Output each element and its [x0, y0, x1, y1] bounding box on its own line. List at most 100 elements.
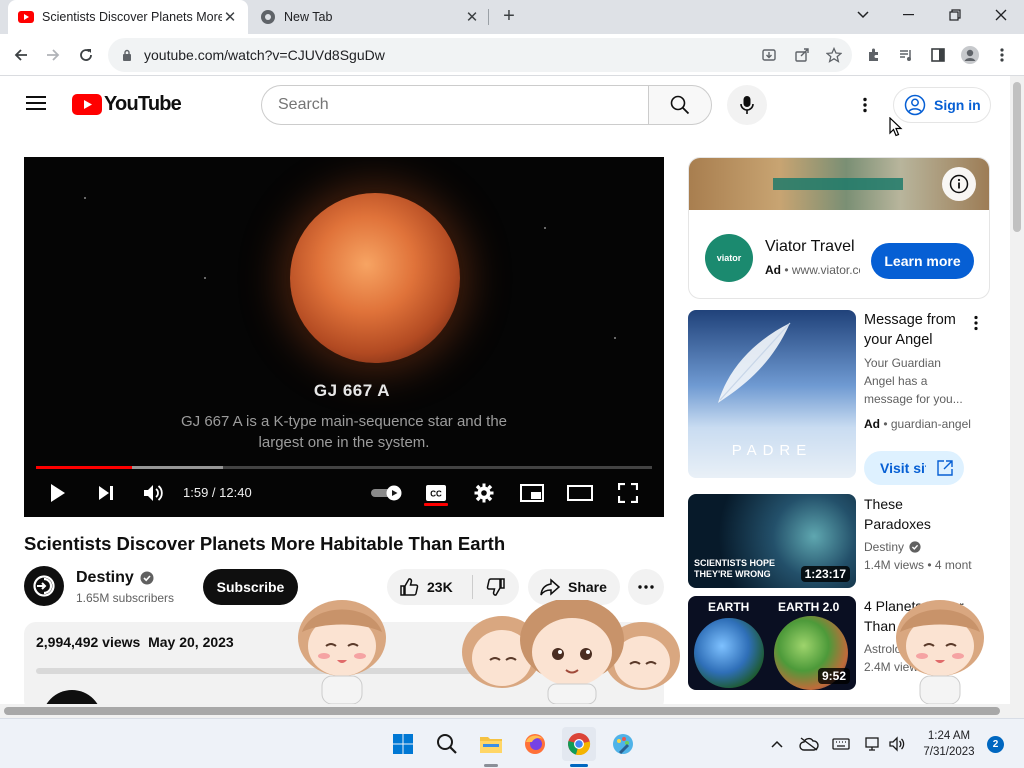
start-button[interactable]	[386, 727, 420, 761]
system-clock[interactable]: 1:24 AM 7/31/2023	[912, 728, 986, 760]
gear-icon	[474, 483, 494, 503]
notification-badge[interactable]: 2	[987, 736, 1004, 753]
search-button[interactable]	[648, 85, 712, 125]
subscribe-button[interactable]: Subscribe	[203, 569, 298, 605]
firefox-icon	[525, 734, 545, 754]
install-icon[interactable]	[756, 42, 782, 68]
extensions-icon[interactable]	[861, 42, 887, 68]
ad-domain: www.viator.com	[791, 263, 860, 277]
tab-search-icon[interactable]	[840, 0, 886, 30]
dislike-button[interactable]	[473, 577, 519, 597]
folder-icon	[480, 737, 502, 753]
ad-domain: guardian-angel	[890, 417, 971, 431]
chrome-button[interactable]	[562, 727, 596, 761]
account-icon	[904, 94, 926, 116]
visit-site-button[interactable]: Visit site	[864, 451, 964, 485]
next-button[interactable]	[90, 479, 122, 507]
ad-info-icon[interactable]	[942, 167, 976, 201]
recommendation-meta: 1.4M views • 4 months ago	[864, 558, 972, 572]
miniplayer-button[interactable]	[516, 479, 548, 507]
keyboard-icon[interactable]	[830, 733, 852, 755]
scrollbar-thumb[interactable]	[1013, 82, 1021, 232]
mute-button[interactable]	[137, 479, 169, 507]
recommendation-thumbnail[interactable]: PADRE	[688, 310, 856, 478]
vertical-scrollbar[interactable]	[1010, 76, 1024, 718]
onedrive-icon[interactable]	[798, 733, 820, 755]
channel-logo-icon	[33, 575, 55, 597]
lock-icon[interactable]	[122, 49, 132, 61]
video-overlay-subtitle: GJ 667 A is a K-type main-sequence star …	[180, 413, 508, 451]
theater-mode-button[interactable]	[564, 479, 596, 507]
recommendation-thumbnail[interactable]: SCIENTISTS HOPE THEY'RE WRONG 1:23:17	[688, 494, 856, 588]
channel-avatar[interactable]	[24, 566, 64, 606]
horizontal-scrollbar[interactable]	[0, 704, 1010, 718]
chrome-icon	[568, 733, 591, 756]
taskbar-search-button[interactable]	[430, 727, 464, 761]
svg-text:CC: CC	[430, 490, 442, 499]
video-player[interactable]: GJ 667 A GJ 667 A is a K-type main-seque…	[24, 157, 664, 517]
video-duration: 9:52	[817, 668, 850, 684]
recommendation-item[interactable]: SCIENTISTS HOPE THEY'RE WRONG 1:23:17 Th…	[688, 494, 990, 588]
recommendation-thumbnail[interactable]: EARTH EARTH 2.0 9:52	[688, 596, 856, 690]
tab-new-tab[interactable]: New Tab ✕	[252, 0, 488, 34]
close-tab-icon[interactable]: ✕	[222, 8, 238, 26]
file-explorer-button[interactable]	[474, 727, 508, 761]
browser-menu-icon[interactable]	[989, 42, 1015, 68]
advertiser-logo[interactable]: viator	[705, 234, 753, 282]
settings-button[interactable]	[468, 479, 500, 507]
play-icon	[51, 484, 65, 502]
share-label: Share	[568, 579, 607, 595]
star-dot	[204, 277, 206, 279]
address-bar[interactable]: youtube.com/watch?v=CJUVd8SguDw	[108, 38, 852, 72]
play-button[interactable]	[42, 479, 74, 507]
recommendation-title: Message from your Angel	[864, 312, 956, 348]
forward-icon[interactable]	[40, 42, 66, 68]
thumbs-up-icon	[400, 578, 419, 596]
sign-in-button[interactable]: Sign in	[893, 87, 991, 123]
recommendation-item[interactable]: PADRE Message from your Angel Your Guard…	[688, 310, 990, 485]
progress-bar[interactable]	[36, 466, 652, 469]
youtube-logo[interactable]: YouTube	[72, 93, 182, 116]
tab-title: Scientists Discover Planets More Habitab…	[42, 10, 222, 24]
thumbnail-text: PADRE	[731, 442, 813, 459]
show-hidden-icons-icon[interactable]	[766, 733, 788, 755]
time-display: 1:59 / 12:40	[183, 485, 252, 500]
like-button[interactable]: 23K	[387, 575, 473, 599]
volume-tray-icon[interactable]	[886, 733, 908, 755]
youtube-header: YouTube Search Sign in	[0, 76, 1010, 134]
firefox-button[interactable]	[518, 727, 552, 761]
ad-card[interactable]: viator Viator Travel Ad • www.viator.com…	[688, 157, 990, 299]
media-control-icon[interactable]	[893, 42, 919, 68]
share-page-icon[interactable]	[789, 42, 815, 68]
chibi-sticker-image	[298, 600, 386, 704]
bookmark-star-icon[interactable]	[821, 42, 847, 68]
paint-app-button[interactable]	[606, 727, 640, 761]
recommendation-menu-icon[interactable]	[967, 313, 985, 333]
channel-name[interactable]: Destiny	[76, 569, 154, 587]
external-link-icon	[937, 460, 953, 476]
close-tab-icon[interactable]: ✕	[464, 8, 480, 26]
fullscreen-button[interactable]	[612, 479, 644, 507]
browser-toolbar: youtube.com/watch?v=CJUVd8SguDw	[0, 34, 1024, 76]
settings-menu-icon[interactable]	[852, 92, 878, 118]
voice-search-button[interactable]	[727, 85, 767, 125]
learn-more-button[interactable]: Learn more	[871, 243, 974, 279]
search-input[interactable]: Search	[261, 85, 649, 125]
profile-icon[interactable]	[957, 42, 983, 68]
ad-source: Ad • guardian-angel	[864, 417, 971, 431]
reload-icon[interactable]	[73, 42, 99, 68]
side-panel-icon[interactable]	[925, 42, 951, 68]
network-icon[interactable]	[862, 733, 884, 755]
youtube-favicon-icon	[18, 11, 34, 23]
tab-youtube[interactable]: Scientists Discover Planets More Habitab…	[8, 0, 248, 34]
restore-icon[interactable]	[932, 0, 978, 30]
scrollbar-thumb[interactable]	[4, 707, 1000, 715]
autoplay-toggle[interactable]	[369, 479, 405, 507]
back-icon[interactable]	[8, 42, 34, 68]
windows-taskbar: 1:24 AM 7/31/2023 2	[0, 718, 1024, 768]
new-tab-button[interactable]: +	[498, 6, 520, 28]
minimize-icon[interactable]	[886, 0, 932, 30]
subtitles-icon: CC	[426, 485, 446, 501]
guide-menu-icon[interactable]	[22, 92, 50, 118]
close-window-icon[interactable]	[978, 0, 1024, 30]
